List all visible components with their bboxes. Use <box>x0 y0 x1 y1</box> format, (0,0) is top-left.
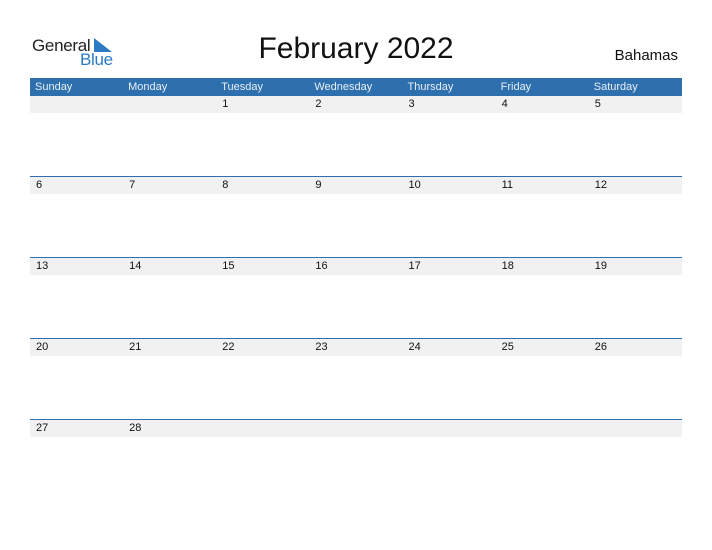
day-cell: 7 <box>129 179 136 191</box>
day-cell: 28 <box>129 422 142 434</box>
day-cell: 17 <box>408 260 421 272</box>
weekday-thursday: Thursday <box>407 81 454 93</box>
day-cell <box>123 96 216 113</box>
weekday-sunday: Sunday <box>35 81 73 93</box>
weekday-tuesday: Tuesday <box>221 81 264 93</box>
day-cell: 16 <box>315 260 328 272</box>
day-cell: 19 <box>594 260 607 272</box>
day-cell: 23 <box>315 341 328 353</box>
day-cell: 11 <box>501 179 514 191</box>
week-row: 20 21 22 23 24 25 26 <box>30 339 682 356</box>
day-cell: 1 <box>222 98 229 110</box>
day-cell: 5 <box>594 98 601 110</box>
week-row: 27 28 <box>30 420 682 437</box>
day-cell: 12 <box>594 179 607 191</box>
weekday-header: Sunday Monday Tuesday Wednesday Thursday… <box>30 78 682 96</box>
day-cell: 26 <box>594 341 607 353</box>
day-cell <box>403 420 496 437</box>
day-cell: 20 <box>36 341 49 353</box>
day-cell: 27 <box>36 422 49 434</box>
day-cell: 25 <box>501 341 514 353</box>
day-cell: 22 <box>222 341 235 353</box>
day-cell <box>309 420 402 437</box>
day-cell: 14 <box>129 260 142 272</box>
day-cell: 18 <box>501 260 514 272</box>
day-cell: 10 <box>408 179 421 191</box>
day-cell: 9 <box>315 179 322 191</box>
week-row: 1 2 3 4 5 <box>30 96 682 113</box>
weekday-friday: Friday <box>500 81 532 93</box>
weekday-monday: Monday <box>128 81 168 93</box>
week-row: 6 7 8 9 10 11 12 <box>30 177 682 194</box>
day-cell: 8 <box>222 179 229 191</box>
day-cell <box>496 420 589 437</box>
week-row: 13 14 15 16 17 18 19 <box>30 258 682 275</box>
day-cell: 15 <box>222 260 235 272</box>
day-cell: 24 <box>408 341 421 353</box>
day-cell: 21 <box>129 341 142 353</box>
day-cell: 3 <box>408 98 415 110</box>
day-cell: 6 <box>36 179 43 191</box>
day-cell: 2 <box>315 98 322 110</box>
day-cell <box>589 420 682 437</box>
day-cell: 4 <box>501 98 508 110</box>
day-cell <box>216 420 309 437</box>
calendar-title: February 2022 <box>258 32 454 65</box>
weekday-saturday: Saturday <box>593 81 638 93</box>
day-cell <box>30 96 123 113</box>
weekday-wednesday: Wednesday <box>314 81 373 93</box>
country-label: Bahamas <box>614 47 678 64</box>
day-cell: 13 <box>36 260 49 272</box>
